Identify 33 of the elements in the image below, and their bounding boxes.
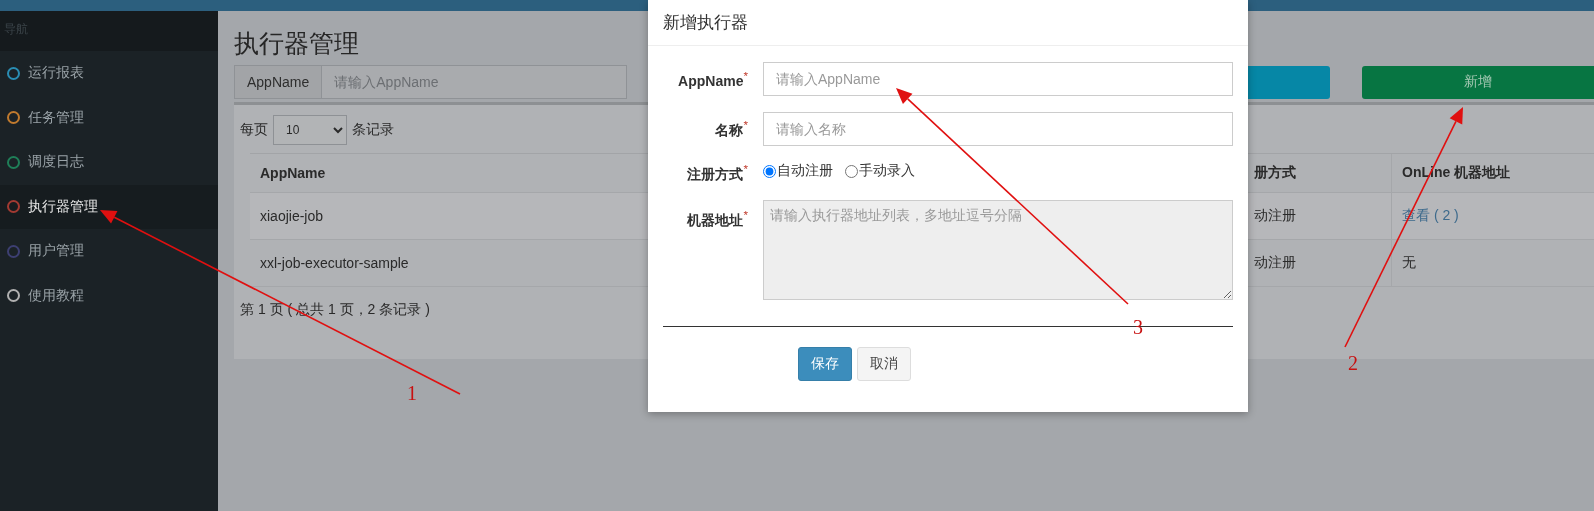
radio-label: 手动录入 xyxy=(859,162,915,180)
radio-button[interactable] xyxy=(763,164,776,178)
annotation-number: 2 xyxy=(1348,352,1358,374)
sidebar-item[interactable]: 调度日志 xyxy=(0,140,218,185)
sidebar-item[interactable]: 用户管理 xyxy=(0,229,218,274)
page-size-select[interactable]: 10 xyxy=(273,115,347,145)
table-cell: 无 xyxy=(1391,240,1594,287)
text-input[interactable]: 请输入名称 xyxy=(763,112,1233,146)
sidebar-item[interactable]: 执行器管理 xyxy=(0,184,218,229)
add-button[interactable]: 新增 xyxy=(1362,65,1594,99)
sidebar-item[interactable]: 使用教程 xyxy=(0,273,218,318)
field-label: 机器地址$^{*}$ xyxy=(686,206,748,230)
page-size-label: 条记录 xyxy=(352,121,394,139)
field-label: AppName$^{*}$ xyxy=(677,69,748,89)
radio-label: 自动注册 xyxy=(777,162,833,180)
sidebar-item[interactable]: 任务管理 xyxy=(0,95,218,140)
field-label: 注册方式$^{*}$ xyxy=(686,162,748,184)
search-field[interactable]: AppName 请输入AppName xyxy=(234,65,627,99)
search-label: AppName xyxy=(235,66,323,98)
sidebar-item[interactable]: 运行报表 xyxy=(0,51,218,96)
table-cell: 动注册 xyxy=(1254,240,1391,287)
annotation-number: 1 xyxy=(407,382,417,404)
field-label: 名称$^{*}$ xyxy=(714,118,748,140)
page-size-label: 每页 xyxy=(240,121,268,139)
page-title: 执行器管理 xyxy=(234,28,360,59)
radio-button[interactable] xyxy=(845,164,858,178)
save-button[interactable]: 保存 xyxy=(798,346,852,381)
dialog-title: 新增执行器 xyxy=(648,0,1248,46)
cancel-button[interactable]: 取消 xyxy=(857,346,911,381)
search-input[interactable]: 请输入AppName xyxy=(322,66,626,98)
pagination-info: 第 1 页 ( 总共 1 页，2 条记录 ) xyxy=(240,301,430,319)
table-cell: 动注册 xyxy=(1254,193,1391,240)
text-input[interactable]: 请输入AppName xyxy=(763,62,1233,96)
